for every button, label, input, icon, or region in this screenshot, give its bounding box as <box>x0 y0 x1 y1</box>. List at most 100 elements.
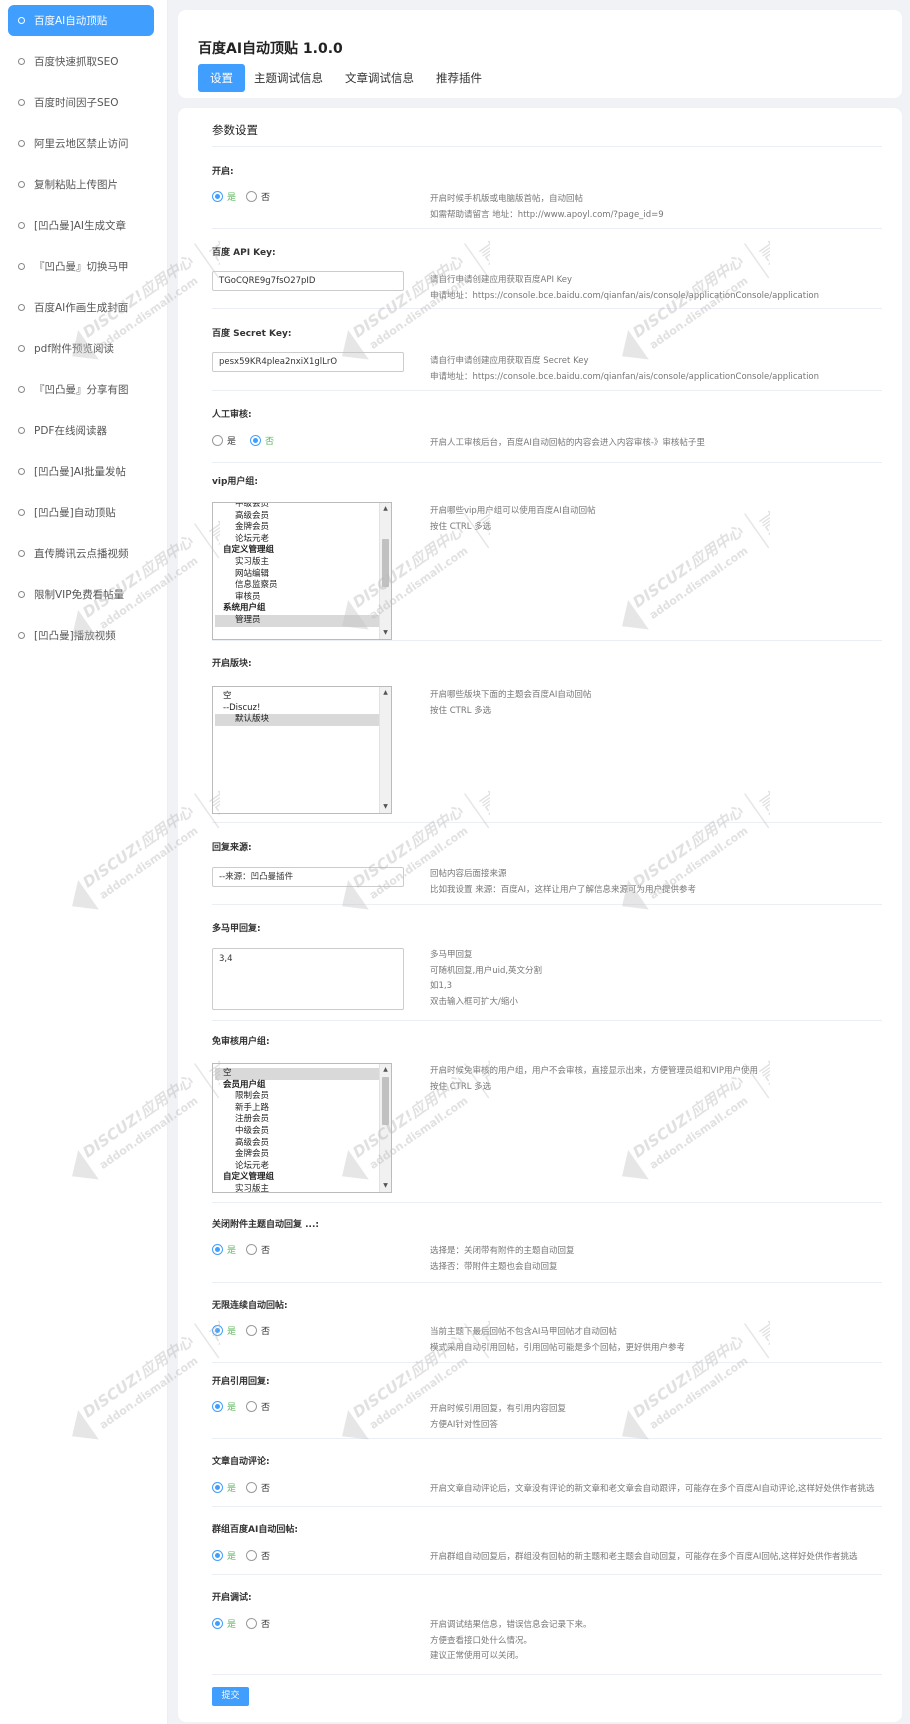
forums-select[interactable]: 空 --Discuz! 默认版块 ▲ ▼ <box>212 686 392 814</box>
select-option[interactable]: 金牌会员 <box>215 1149 379 1161</box>
select-option[interactable]: 论坛元老 <box>215 1161 379 1173</box>
select-option[interactable]: 会员用户组 <box>215 1080 379 1092</box>
article-comment-radio-group: 是 否 <box>212 1481 280 1494</box>
sidebar-item[interactable]: 复制粘贴上传图片 <box>8 169 154 200</box>
close-attach-yes-radio[interactable] <box>212 1244 223 1255</box>
select-option[interactable]: 审核员 <box>215 592 379 604</box>
group-reply-yes-radio[interactable] <box>212 1550 223 1561</box>
desc-line: 建议正常使用可以关闭。 <box>430 1651 524 1661</box>
divider <box>212 390 882 391</box>
select-option[interactable]: 网站编辑 <box>215 569 379 581</box>
sidebar-item[interactable]: 百度AI自动顶贴 <box>8 5 154 36</box>
article-comment-no-radio[interactable] <box>246 1482 258 1493</box>
select-option[interactable]: 限制会员 <box>215 1091 379 1103</box>
divider <box>212 1020 882 1021</box>
sidebar-item-label: 复制粘贴上传图片 <box>34 179 118 191</box>
bullet-icon <box>18 632 25 639</box>
field-label-enable: 开启: <box>212 167 234 177</box>
sidebar-item[interactable]: 百度AI作画生成封面 <box>8 292 154 323</box>
select-option[interactable]: 空 <box>215 1068 379 1080</box>
select-option[interactable]: 中级会员 <box>215 503 379 511</box>
select-option[interactable]: --Discuz! <box>215 703 379 715</box>
manual-review-no-radio[interactable] <box>250 435 262 446</box>
scroll-up-icon[interactable]: ▲ <box>380 1064 391 1076</box>
scroll-thumb[interactable] <box>382 539 389 587</box>
scroll-down-icon[interactable]: ▼ <box>380 801 391 813</box>
select-option[interactable]: 金牌会员 <box>215 522 379 534</box>
scrollbar[interactable]: ▲ ▼ <box>379 503 391 639</box>
sidebar-item[interactable]: 限制VIP免费看帖量 <box>8 579 154 610</box>
api-key-input[interactable]: TGoCQRE9g7fsO27pID <box>212 271 404 291</box>
scrollbar[interactable]: ▲ ▼ <box>379 1064 391 1192</box>
sidebar-item-label: [凹凸曼]播放视频 <box>34 630 116 642</box>
sidebar-item[interactable]: 直传腾讯云点播视频 <box>8 538 154 569</box>
field-desc-exempt-groups: 开启时候免审核的用户组，用户不会审核，直接显示出来，方便管理员组和VIP用户使用… <box>430 1064 758 1095</box>
sidebar-item[interactable]: [凹凸曼]AI批量发帖 <box>8 456 154 487</box>
tab-settings[interactable]: 设置 <box>198 64 245 92</box>
desc-line: 方便AI针对性回答 <box>430 1419 498 1430</box>
scroll-thumb[interactable] <box>382 1077 389 1125</box>
unlimited-yes-radio[interactable] <box>212 1325 223 1336</box>
sidebar-item[interactable]: 百度时间因子SEO <box>8 87 154 118</box>
close-attach-no-radio[interactable] <box>246 1244 258 1255</box>
quote-reply-no-radio[interactable] <box>246 1401 258 1412</box>
desc-line: 开启哪些版块下面的主题会百度AI自动回帖 <box>430 690 592 700</box>
multi-reply-textarea[interactable]: 3,4 <box>212 948 404 1010</box>
select-option[interactable]: 自定义管理组 <box>215 1172 379 1184</box>
desc-line: 开启人工审核后台，百度AI自动回帖的内容会进入内容审核-》审核帖子里 <box>430 438 705 448</box>
unlimited-no-radio[interactable] <box>246 1325 258 1336</box>
scroll-down-icon[interactable]: ▼ <box>380 1180 391 1192</box>
sidebar-item[interactable]: [凹凸曼]AI生成文章 <box>8 210 154 241</box>
enable-no-radio[interactable] <box>246 191 258 202</box>
select-option[interactable]: 实习版主 <box>215 557 379 569</box>
desc-line: 当前主题下最后回帖不包含AI马甲回帖才自动回帖 <box>430 1327 617 1337</box>
select-option[interactable]: 管理员 <box>215 614 379 627</box>
select-option[interactable]: 系统用户组 <box>215 603 379 615</box>
sidebar-item[interactable]: 阿里云地区禁止访问 <box>8 128 154 159</box>
sidebar-item[interactable]: 『凹凸曼』切换马甲 <box>8 251 154 282</box>
desc-line: 申请地址：https://console.bce.baidu.com/qianf… <box>430 371 820 382</box>
debug-no-radio[interactable] <box>246 1618 258 1629</box>
sidebar-item[interactable]: PDF在线阅读器 <box>8 415 154 446</box>
group-reply-no-radio[interactable] <box>246 1550 258 1561</box>
exempt-groups-select[interactable]: 空会员用户组 限制会员 新手上路 注册会员 中级会员 高级会员 金牌会员 论坛元老 自定义管理组… <box>212 1063 392 1193</box>
source-input[interactable]: --来源：凹凸曼插件 <box>212 867 404 887</box>
radio-label-yes: 是 <box>227 1552 237 1562</box>
tab-article-debug[interactable]: 文章调试信息 <box>333 64 426 92</box>
enable-yes-radio[interactable] <box>212 191 223 202</box>
scroll-up-icon[interactable]: ▲ <box>380 503 391 515</box>
debug-yes-radio[interactable] <box>212 1618 223 1629</box>
sidebar-item[interactable]: 『凹凸曼』分享有图 <box>8 374 154 405</box>
submit-button[interactable]: 提交 <box>212 1687 249 1706</box>
scrollbar[interactable]: ▲ ▼ <box>379 687 391 813</box>
secret-key-input[interactable]: pesx59KR4plea2nxiX1glLrO <box>212 352 404 372</box>
tab-recommended-plugins[interactable]: 推荐插件 <box>424 64 494 92</box>
scroll-up-icon[interactable]: ▲ <box>380 687 391 699</box>
radio-label-yes: 是 <box>227 1403 237 1413</box>
article-comment-yes-radio[interactable] <box>212 1482 223 1493</box>
sidebar-item[interactable]: [凹凸曼]自动顶贴 <box>8 497 154 528</box>
quote-reply-yes-radio[interactable] <box>212 1401 223 1412</box>
select-option[interactable]: 高级会员 <box>215 1138 379 1150</box>
select-option[interactable]: 信息监察员 <box>215 580 379 592</box>
select-option[interactable]: 中级会员 <box>215 1126 379 1138</box>
field-desc-forums: 开启哪些版块下面的主题会百度AI自动回帖 按住 CTRL 多选 <box>430 688 591 719</box>
desc-line: 选择否：带附件主题也会自动回复 <box>430 1261 558 1272</box>
sidebar-item[interactable]: [凹凸曼]播放视频 <box>8 620 154 651</box>
select-option[interactable]: 论坛元老 <box>215 534 379 546</box>
sidebar-item[interactable]: 百度快速抓取SEO <box>8 46 154 77</box>
select-option[interactable]: 自定义管理组 <box>215 545 379 557</box>
scroll-down-icon[interactable]: ▼ <box>380 627 391 639</box>
select-option[interactable]: 空 <box>215 691 379 703</box>
select-option[interactable]: 高级会员 <box>215 511 379 523</box>
manual-review-yes-radio[interactable] <box>212 435 223 446</box>
select-option[interactable]: 注册会员 <box>215 1114 379 1126</box>
sidebar-item[interactable]: pdf附件预览阅读 <box>8 333 154 364</box>
select-option[interactable]: 实习版主 <box>215 1184 379 1192</box>
bullet-icon <box>18 263 25 270</box>
radio-label-no: 否 <box>261 1327 271 1337</box>
select-option[interactable]: 默认版块 <box>215 714 379 726</box>
vip-groups-select[interactable]: 中级会员 高级会员 金牌会员 论坛元老 自定义管理组 实习版主 网站编辑 信息监察员 审核员 系统… <box>212 502 392 640</box>
select-option[interactable]: 新手上路 <box>215 1103 379 1115</box>
tab-thread-debug[interactable]: 主题调试信息 <box>242 64 335 92</box>
